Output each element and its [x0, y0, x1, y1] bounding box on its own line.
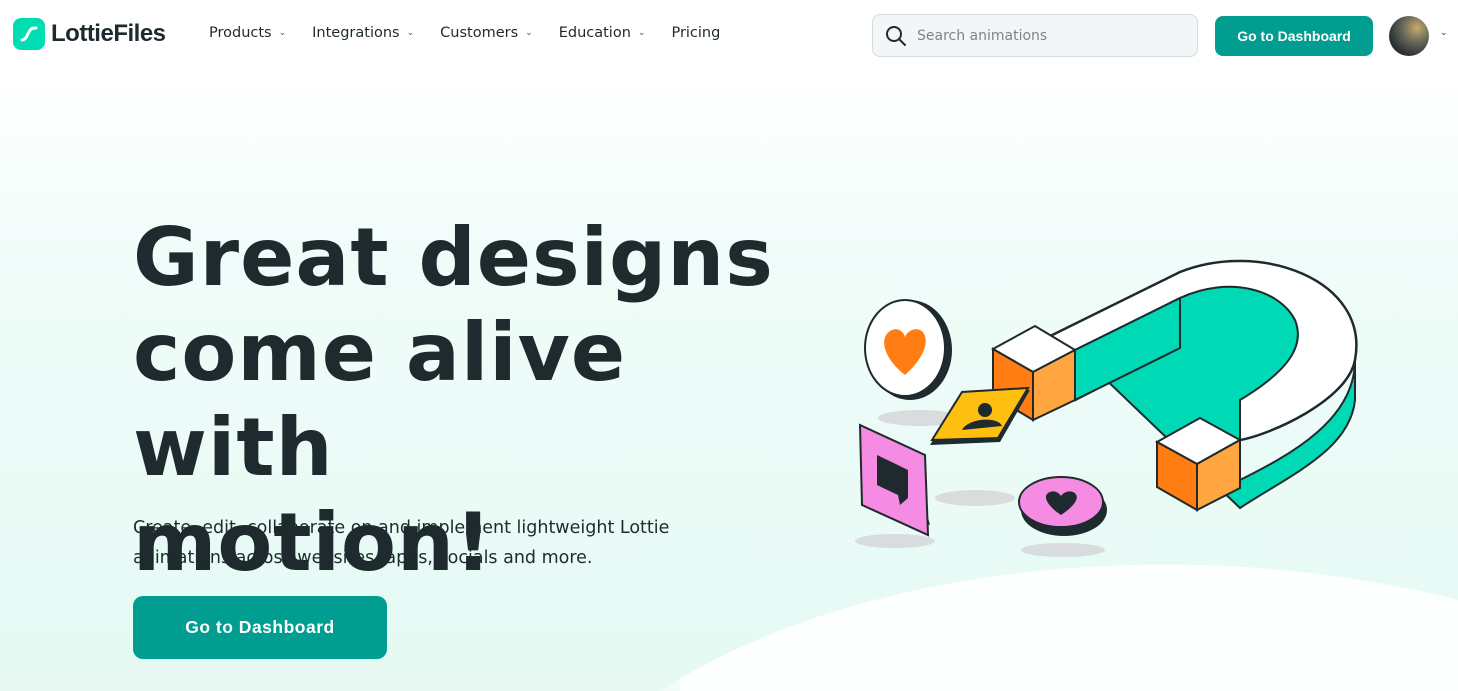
logo-text: LottieFiles — [51, 20, 166, 47]
chevron-down-icon: ⌄ — [525, 28, 533, 38]
hero-dashboard-button[interactable]: Go to Dashboard — [133, 596, 387, 659]
nav-item-label: Products — [209, 25, 272, 41]
logo-icon — [13, 18, 45, 50]
search-icon — [886, 25, 906, 46]
chevron-down-icon: ⌄ — [637, 28, 646, 38]
avatar[interactable] — [1389, 16, 1429, 56]
nav-item-education[interactable]: Education ⌄ — [559, 25, 646, 41]
hero-subtitle: Create, edit, collaborate on and impleme… — [133, 518, 670, 568]
nav-item-pricing[interactable]: Pricing — [671, 25, 720, 41]
nav-item-label: Integrations — [312, 25, 400, 41]
chevron-down-icon: ⌄ — [406, 28, 415, 38]
search-input[interactable] — [915, 26, 1179, 45]
magnet-illustration — [855, 259, 1358, 557]
top-navigation: LottieFiles Products ⌄ Integrations ⌄ Cu… — [0, 0, 1458, 72]
chevron-down-icon[interactable]: ⌄ — [1440, 28, 1448, 38]
nav-item-integrations[interactable]: Integrations ⌄ — [312, 25, 414, 41]
headline-line: come alive with — [133, 306, 627, 494]
nav-item-products[interactable]: Products ⌄ — [209, 25, 286, 41]
logo[interactable]: LottieFiles — [13, 18, 166, 50]
main-nav: Products ⌄ Integrations ⌄ Customers ⌄ Ed… — [209, 25, 746, 41]
go-to-dashboard-button[interactable]: Go to Dashboard — [1215, 16, 1373, 56]
nav-item-label: Customers — [440, 25, 519, 41]
chevron-down-icon: ⌄ — [278, 28, 287, 38]
headline-line: Great designs — [133, 211, 774, 304]
nav-item-label: Education — [558, 25, 631, 41]
nav-item-label: Pricing — [671, 25, 721, 41]
search-bar[interactable] — [872, 14, 1198, 57]
nav-item-customers[interactable]: Customers ⌄ — [440, 25, 533, 41]
